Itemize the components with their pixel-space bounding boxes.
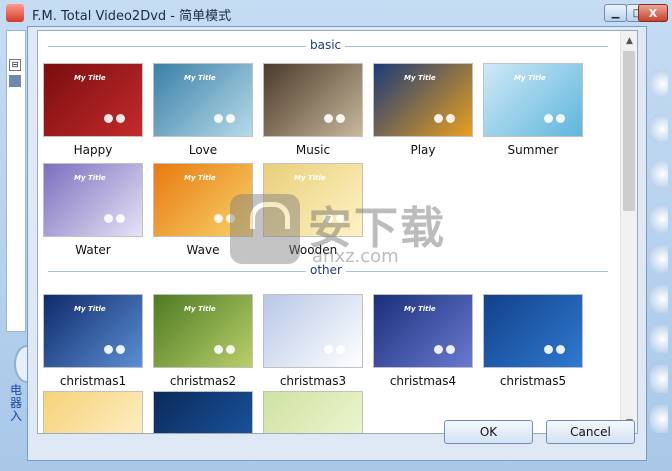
thumbnail-button-icon (116, 345, 125, 354)
thumbnail-button-icon (226, 214, 235, 223)
template-caption[interactable]: Wooden (258, 243, 368, 257)
thumbnail-button-icon (226, 345, 235, 354)
thumbnail-button-icon (544, 345, 553, 354)
thumbnail-button-icon (324, 214, 333, 223)
chevron-up-icon[interactable]: ▲ (621, 33, 637, 50)
thumbnail-button-icon (446, 114, 455, 123)
main-window: F.M. Total Video2Dvd - 简单模式 ▁ □ X ⊟ 电器入 … (0, 0, 672, 471)
close-button[interactable]: X (638, 4, 668, 22)
template-caption[interactable]: christmas2 (148, 374, 258, 388)
title-bar[interactable]: F.M. Total Video2Dvd - 简单模式 ▁ □ X (0, 0, 672, 28)
expand-icon: ⊟ (9, 59, 21, 71)
app-icon (6, 4, 24, 22)
thumbnail-button-icon (214, 114, 223, 123)
minimize-button[interactable]: ▁ (604, 4, 627, 22)
section-label-basic: basic (306, 38, 346, 52)
template-thumbnail-play[interactable]: My Title (373, 63, 473, 137)
template-caption[interactable]: christmas3 (258, 374, 368, 388)
template-caption[interactable]: Play (368, 143, 478, 157)
thumbnail-title: My Title (74, 174, 106, 182)
template-picker-dialog: basic My Title Happy My Title Love Music My Ti… (27, 26, 647, 461)
template-thumbnail-christmas5[interactable] (483, 294, 583, 368)
thumbnail-button-icon (446, 345, 455, 354)
template-thumbnail-partial[interactable] (153, 391, 253, 433)
thumbnail-title: My Title (514, 74, 546, 82)
thumbnail-button-icon (116, 114, 125, 123)
thumbnail-title: My Title (404, 305, 436, 313)
template-caption[interactable]: Happy (38, 143, 148, 157)
background-side-text: 电器入 (10, 383, 23, 423)
thumbnail-title: My Title (74, 74, 106, 82)
thumbnail-button-icon (336, 214, 345, 223)
template-caption[interactable]: Love (148, 143, 258, 157)
background-right-buttons (650, 30, 672, 470)
ok-button[interactable]: OK (444, 420, 533, 444)
template-thumbnail-christmas4[interactable]: My Title (373, 294, 473, 368)
close-icon: X (648, 7, 658, 20)
thumbnail-button-icon (226, 114, 235, 123)
thumbnail-button-icon (324, 345, 333, 354)
thumbnail-title: My Title (184, 74, 216, 82)
thumbnail-button-icon (556, 114, 565, 123)
template-thumbnail-wooden[interactable]: My Title (263, 163, 363, 237)
vertical-scrollbar[interactable]: ▲ ▼ (620, 31, 637, 433)
template-caption[interactable]: Music (258, 143, 368, 157)
template-caption[interactable]: Water (38, 243, 148, 257)
selected-node-marker (9, 75, 21, 87)
thumbnail-button-icon (336, 114, 345, 123)
thumbnail-button-icon (214, 345, 223, 354)
thumbnail-button-icon (544, 114, 553, 123)
template-thumbnail-christmas2[interactable]: My Title (153, 294, 253, 368)
thumbnail-button-icon (324, 114, 333, 123)
template-caption[interactable]: Summer (478, 143, 588, 157)
thumbnail-title: My Title (404, 74, 436, 82)
template-thumbnail-summer[interactable]: My Title (483, 63, 583, 137)
template-thumbnail-happy[interactable]: My Title (43, 63, 143, 137)
template-thumbnail-wave[interactable]: My Title (153, 163, 253, 237)
background-tree-panel: ⊟ (6, 30, 26, 332)
thumbnail-button-icon (336, 345, 345, 354)
template-caption[interactable]: Wave (148, 243, 258, 257)
template-caption[interactable]: christmas4 (368, 374, 478, 388)
thumbnail-title: My Title (184, 174, 216, 182)
thumbnail-button-icon (434, 345, 443, 354)
thumbnail-button-icon (104, 345, 113, 354)
cancel-button[interactable]: Cancel (546, 420, 635, 444)
thumbnail-button-icon (104, 214, 113, 223)
template-thumbnail-partial[interactable] (43, 391, 143, 433)
thumbnail-button-icon (214, 214, 223, 223)
template-thumbnail-christmas1[interactable]: My Title (43, 294, 143, 368)
template-caption[interactable]: christmas5 (478, 374, 588, 388)
scrollbar-thumb[interactable] (623, 51, 635, 211)
thumbnail-button-icon (104, 114, 113, 123)
template-list[interactable]: basic My Title Happy My Title Love Music My Ti… (37, 30, 638, 434)
template-caption[interactable]: christmas1 (38, 374, 148, 388)
section-label-other: other (306, 263, 346, 277)
thumbnail-button-icon (434, 114, 443, 123)
template-thumbnail-christmas3[interactable] (263, 294, 363, 368)
thumbnail-title: My Title (294, 174, 326, 182)
template-thumbnail-love[interactable]: My Title (153, 63, 253, 137)
template-thumbnail-partial[interactable] (263, 391, 363, 433)
thumbnail-title: My Title (74, 305, 106, 313)
template-thumbnail-water[interactable]: My Title (43, 163, 143, 237)
template-thumbnail-music[interactable] (263, 63, 363, 137)
thumbnail-button-icon (116, 214, 125, 223)
thumbnail-title: My Title (184, 305, 216, 313)
window-title: F.M. Total Video2Dvd - 简单模式 (32, 9, 232, 24)
minimize-icon: ▁ (611, 8, 620, 19)
thumbnail-button-icon (556, 345, 565, 354)
